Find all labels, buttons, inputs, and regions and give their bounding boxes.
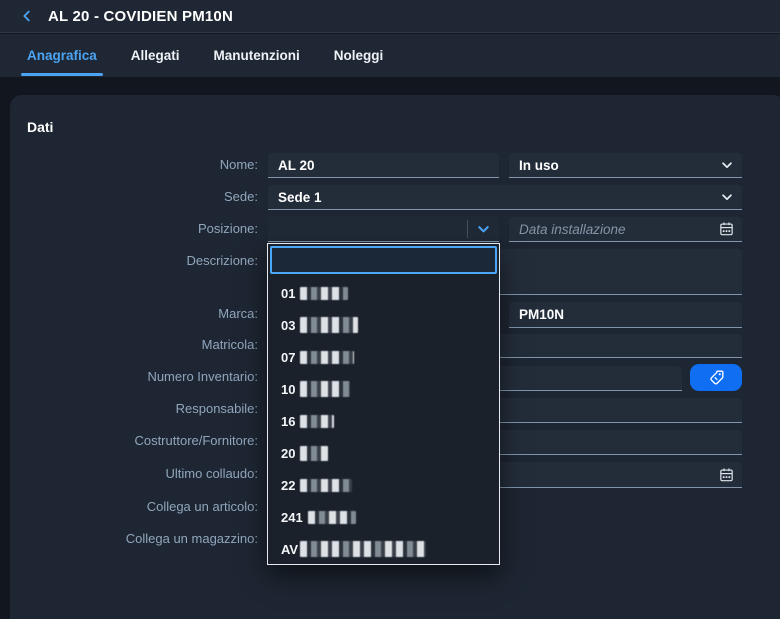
- chevron-left-icon: [20, 9, 34, 23]
- chevron-down-icon: [720, 190, 734, 204]
- redacted-text: [300, 381, 350, 397]
- option-prefix: 241: [281, 510, 303, 525]
- dropdown-option[interactable]: 20: [268, 437, 499, 469]
- tab-noleggi[interactable]: Noleggi: [328, 34, 390, 77]
- sede-label: Sede:: [20, 189, 258, 205]
- redacted-text: [300, 479, 352, 492]
- posizione-label: Posizione:: [20, 221, 258, 237]
- redacted-text: [308, 511, 356, 524]
- descrizione-label: Descrizione:: [20, 253, 258, 269]
- posizione-dropdown-popup: 01 03 07 10 16 20 22 241 AV: [267, 243, 500, 565]
- calendar-icon[interactable]: [718, 466, 735, 483]
- dropdown-option[interactable]: 241: [268, 501, 499, 533]
- numero-inventario-label: Numero Inventario:: [20, 369, 258, 385]
- matricola-label: Matricola:: [20, 337, 258, 353]
- chevron-down-icon: [720, 158, 734, 172]
- page-title: AL 20 - COVIDIEN PM10N: [48, 8, 233, 25]
- data-installazione-input[interactable]: [509, 217, 742, 241]
- header: AL 20 - COVIDIEN PM10N: [0, 0, 780, 33]
- dropdown-filter-input[interactable]: [270, 246, 497, 274]
- stato-select[interactable]: In uso: [509, 153, 742, 178]
- option-prefix: 16: [281, 414, 295, 429]
- chevron-down-icon[interactable]: [476, 222, 491, 237]
- data-installazione-datepicker[interactable]: [509, 217, 742, 242]
- collega-magazzino-label: Collega un magazzino:: [20, 531, 258, 547]
- marca-input[interactable]: [509, 302, 742, 328]
- dropdown-option-list: 01 03 07 10 16 20 22 241 AV: [268, 277, 499, 565]
- redacted-text: [300, 446, 328, 461]
- tag-button[interactable]: [690, 364, 742, 391]
- nome-label: Nome:: [20, 157, 258, 173]
- costruttore-label: Costruttore/Fornitore:: [20, 433, 258, 449]
- nome-input-field[interactable]: [268, 153, 499, 177]
- equipment-detail-screen: AL 20 - COVIDIEN PM10N Anagrafica Allega…: [0, 0, 780, 619]
- option-prefix: 10: [281, 382, 295, 397]
- back-button[interactable]: [14, 5, 40, 27]
- redacted-text: [300, 541, 426, 557]
- redacted-text: [300, 351, 354, 364]
- marca-label: Marca:: [20, 306, 258, 322]
- redacted-text: [300, 415, 334, 428]
- responsabile-label: Responsabile:: [20, 401, 258, 417]
- dropdown-option[interactable]: AV: [268, 533, 499, 565]
- dati-card: Dati Nome: Sede: Posizione: Descrizione:…: [10, 95, 780, 619]
- dropdown-option[interactable]: 07: [268, 341, 499, 373]
- option-prefix: 20: [281, 446, 295, 461]
- redacted-text: [300, 317, 358, 333]
- option-prefix: 03: [281, 318, 295, 333]
- marca-input-field[interactable]: [509, 302, 742, 327]
- combobox-divider: [467, 220, 468, 238]
- section-title: Dati: [27, 119, 53, 135]
- option-prefix: 07: [281, 350, 295, 365]
- dropdown-option[interactable]: 22: [268, 469, 499, 501]
- tab-manutenzioni[interactable]: Manutenzioni: [208, 34, 306, 77]
- sede-select-value: Sede 1: [268, 190, 322, 205]
- option-prefix: AV: [281, 542, 298, 557]
- sede-select[interactable]: Sede 1: [268, 185, 742, 210]
- dropdown-option[interactable]: 10: [268, 373, 499, 405]
- stato-select-value: In uso: [509, 158, 559, 173]
- ultimo-collaudo-label: Ultimo collaudo:: [20, 466, 258, 482]
- posizione-combobox[interactable]: [268, 217, 499, 242]
- tab-allegati[interactable]: Allegati: [125, 34, 186, 77]
- tab-anagrafica[interactable]: Anagrafica: [21, 34, 103, 77]
- option-prefix: 01: [281, 286, 295, 301]
- dropdown-filter-input-field[interactable]: [272, 248, 495, 272]
- option-prefix: 22: [281, 478, 295, 493]
- tab-bar: Anagrafica Allegati Manutenzioni Noleggi: [0, 34, 780, 77]
- tag-icon: [707, 368, 726, 387]
- dropdown-option[interactable]: 03: [268, 309, 499, 341]
- dropdown-option[interactable]: 16: [268, 405, 499, 437]
- redacted-text: [300, 287, 348, 300]
- calendar-icon[interactable]: [718, 221, 735, 238]
- collega-articolo-label: Collega un articolo:: [20, 499, 258, 515]
- dropdown-option[interactable]: 01: [268, 277, 499, 309]
- nome-input[interactable]: [268, 153, 499, 178]
